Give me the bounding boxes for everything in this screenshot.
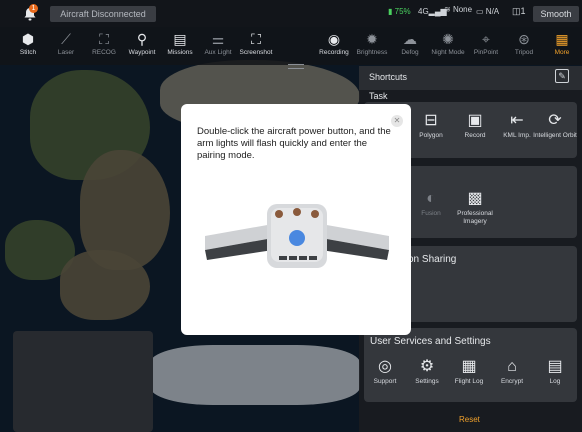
shortcut-professional-imagery[interactable]: ▩ Professional Imagery — [450, 188, 500, 226]
stitch-icon: ⬢ — [21, 31, 35, 47]
intelligent-orbit-icon: ⟳ — [548, 112, 562, 129]
tool-label: Recording — [319, 49, 349, 56]
tool-label: Waypoint — [128, 49, 156, 56]
tripod-icon: ⊛ — [518, 31, 530, 47]
tool-pinpoint[interactable]: ⌖ PinPoint — [466, 29, 506, 56]
services-section-title: User Services and Settings — [370, 336, 491, 347]
sharing-section-title: on Sharing — [408, 254, 457, 265]
na-label: N/A — [485, 7, 500, 16]
edit-icon[interactable]: ✎ — [555, 69, 569, 83]
pairing-dialog: ✕ Double-click the aircraft power button… — [181, 104, 411, 335]
signal-indicator: 4G▂▄▆ — [418, 7, 447, 16]
tool-label: PinPoint — [473, 49, 499, 56]
tool-label: Stitch — [19, 49, 37, 56]
tool-aux-light[interactable]: ⚌ Aux Light — [198, 29, 238, 56]
tool-label: Screenshot — [239, 49, 273, 56]
panel-header: Shortcuts ✎ — [359, 66, 582, 90]
tool-waypoint[interactable]: ⚲ Waypoint — [122, 29, 162, 56]
night-mode-icon: ✺ — [442, 31, 454, 47]
tool-label: Missions — [167, 49, 193, 56]
wifi-indicator: ≋ None — [444, 5, 472, 14]
wifi-icon: ≋ — [444, 5, 451, 14]
aux-light-icon: ⚌ — [211, 31, 225, 47]
mode-button[interactable]: Smooth — [533, 6, 579, 22]
shortcut-polygon[interactable]: ⊟ Polygon — [406, 110, 456, 140]
shortcut-label: Log — [549, 378, 561, 385]
toolbar: ⬢ Stitch ⟋ Laser ⛶ RECOG ⚲ Waypoint ▤ Mission… — [0, 27, 582, 65]
tool-missions[interactable]: ▤ Missions — [160, 29, 200, 56]
log-icon: ▤ — [547, 358, 563, 375]
shortcut-fusion[interactable]: ◐ Fusion — [406, 188, 456, 218]
professional-imagery-icon: ▩ — [467, 190, 483, 207]
tool-label: Aux Light — [204, 49, 232, 56]
polygon-icon: ⊟ — [424, 112, 438, 129]
tool-label: RECOG — [92, 49, 116, 56]
drone-illustration — [205, 204, 389, 268]
tool-label: Brightness — [356, 49, 388, 56]
shortcut-label: Fusion — [421, 210, 441, 217]
shortcut-label: Intelligent Orbit — [533, 132, 577, 139]
brightness-icon: ✹ — [366, 31, 378, 47]
tool-label: More — [554, 49, 570, 56]
missions-icon: ▤ — [173, 31, 187, 47]
shortcut-intelligent-orbit[interactable]: ⟳ Intelligent Orbit — [530, 110, 580, 140]
tool-brightness[interactable]: ✹ Brightness — [352, 29, 392, 56]
notification-badge: 1 — [29, 4, 38, 13]
pinpoint-icon: ⌖ — [482, 31, 490, 47]
camera-count: 1 — [520, 6, 526, 16]
fusion-icon: ◐ — [426, 190, 436, 207]
shortcut-label: Professional Imagery — [457, 210, 493, 225]
recog-icon: ⛶ — [99, 31, 109, 47]
more-icon: ▦ — [555, 31, 569, 47]
recording-icon: ◉ — [327, 31, 341, 47]
dialog-message: Double-click the aircraft power button, … — [197, 126, 391, 161]
status-bar: 1 Aircraft Disconnected ▮ 75% 4G▂▄▆ ≋ No… — [0, 0, 582, 27]
shortcut-label: Polygon — [419, 132, 443, 139]
tool-tripod[interactable]: ⊛ Tripod — [504, 29, 544, 56]
camera-icon: ◫ — [512, 6, 521, 16]
tool-night-mode[interactable]: ✺ Night Mode — [428, 29, 468, 56]
tool-screenshot[interactable]: ⛶ Screenshot — [236, 29, 276, 56]
panel-title: Shortcuts — [369, 72, 408, 82]
tool-recording[interactable]: ◉ Recording — [314, 29, 354, 56]
screenshot-icon: ⛶ — [251, 31, 261, 47]
tool-laser[interactable]: ⟋ Laser — [46, 29, 86, 56]
services-card: User Services and Settings ◎ Support ⚙ Set… — [364, 328, 577, 402]
shortcut-log[interactable]: ▤ Log — [530, 356, 580, 386]
signal-label: 4G — [418, 7, 429, 16]
tool-stitch[interactable]: ⬢ Stitch — [8, 29, 48, 56]
battery-indicator: ▮ 75% — [388, 7, 411, 16]
tool-label: Defog — [401, 49, 419, 56]
laser-icon: ⟋ — [61, 31, 71, 47]
task-section-title: Task — [369, 91, 388, 101]
tool-more[interactable]: ▦ More — [542, 29, 582, 56]
battery-value: 75% — [394, 7, 411, 16]
defog-icon: ☁ — [403, 31, 417, 47]
bell-icon[interactable]: 1 — [22, 4, 38, 22]
remote-status: ▭ N/A — [476, 7, 499, 16]
tool-recog[interactable]: ⛶ RECOG — [84, 29, 124, 56]
tool-defog[interactable]: ☁ Defog — [390, 29, 430, 56]
tool-label: Laser — [57, 49, 75, 56]
waypoint-icon: ⚲ — [136, 31, 148, 47]
camera-mini-view[interactable] — [13, 331, 153, 432]
tool-label: Tripod — [514, 49, 534, 56]
wifi-label: None — [452, 5, 473, 14]
tool-label: Night Mode — [431, 49, 465, 56]
remote-icon: ▭ — [476, 7, 484, 16]
battery-icon: ▮ — [388, 7, 393, 16]
map-ice — [150, 345, 360, 405]
camera-indicator: ◫1 — [512, 6, 526, 17]
map-landmass — [60, 250, 150, 320]
drag-handle[interactable] — [288, 64, 304, 69]
reset-button[interactable]: Reset — [459, 415, 480, 424]
connection-status[interactable]: Aircraft Disconnected — [50, 6, 156, 22]
